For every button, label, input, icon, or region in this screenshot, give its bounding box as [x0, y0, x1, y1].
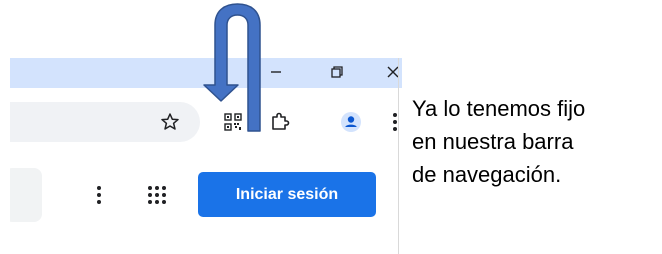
caption-line: de navegación.	[412, 162, 562, 187]
caption-text: Ya lo tenemos fijo en nuestra barra de n…	[412, 92, 657, 191]
caption-line: Ya lo tenemos fijo	[412, 96, 586, 121]
caption-line: en nuestra barra	[412, 129, 574, 154]
